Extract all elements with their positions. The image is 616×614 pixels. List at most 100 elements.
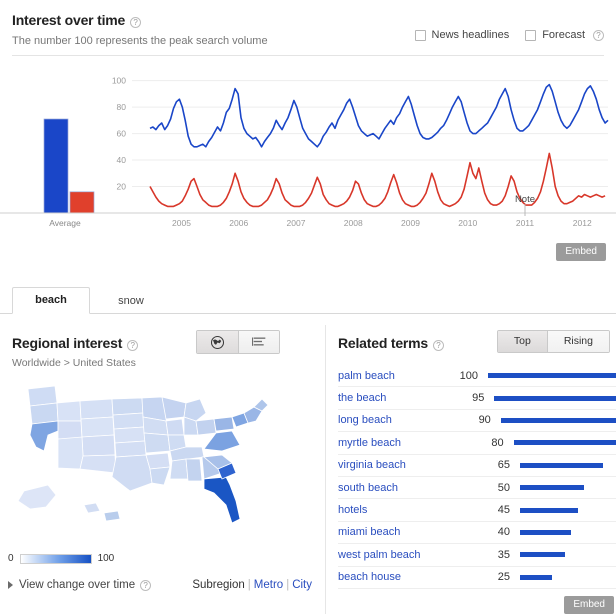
related-term-row[interactable]: south beach50 <box>338 477 616 499</box>
rising-button[interactable]: Rising <box>547 331 609 352</box>
svg-text:40: 40 <box>117 155 127 165</box>
state-idaho <box>57 401 81 421</box>
svg-text:20: 20 <box>117 182 127 192</box>
related-terms-help-icon[interactable]: ? <box>433 340 444 351</box>
regional-interest-header: Regional interest? Worldwide > United St… <box>0 325 322 369</box>
related-term-row[interactable]: the beach95 <box>338 387 616 409</box>
related-term-link[interactable]: virginia beach <box>338 459 478 471</box>
related-term-bar <box>520 552 565 557</box>
related-terms-header: Related terms? Top Rising <box>338 325 616 351</box>
related-term-row[interactable]: virginia beach65 <box>338 455 616 477</box>
related-term-link[interactable]: palm beach <box>338 370 452 382</box>
svg-text:2006: 2006 <box>229 218 248 228</box>
related-term-bar <box>520 530 571 535</box>
state-mississippi <box>170 459 188 479</box>
embed-button-related-terms[interactable]: Embed <box>564 596 614 614</box>
related-term-bar <box>494 396 616 401</box>
chart-y-axis-labels: 20406080100 <box>112 76 126 192</box>
related-term-row[interactable]: myrtle beach80 <box>338 432 616 454</box>
state-washington <box>28 386 57 406</box>
svg-text:60: 60 <box>117 129 127 139</box>
embed-button-chart[interactable]: Embed <box>556 243 606 261</box>
state-utah-colorado <box>82 435 115 456</box>
related-term-link[interactable]: miami beach <box>338 526 478 538</box>
chart-options: News headlines Forecast ? <box>415 29 604 41</box>
map-svg <box>0 373 322 545</box>
average-bar-snow[interactable] <box>70 192 94 213</box>
regional-help-icon[interactable]: ? <box>127 340 138 351</box>
globe-view-button[interactable] <box>197 331 238 353</box>
related-term-row[interactable]: beach house25 <box>338 567 616 589</box>
related-term-bar-cell <box>491 418 616 423</box>
related-term-value: 90 <box>462 414 490 426</box>
geo-level-links: Subregion|Metro|City <box>192 579 312 591</box>
tab-snow[interactable]: snow <box>92 289 170 314</box>
state-arizona <box>58 437 83 469</box>
svg-text:2008: 2008 <box>344 218 363 228</box>
map-footer-controls: View change over time ? Subregion|Metro|… <box>0 579 322 591</box>
map-color-legend: 0 100 <box>8 553 114 564</box>
svg-text:2012: 2012 <box>573 218 592 228</box>
regional-interest-panel: Regional interest? Worldwide > United St… <box>0 325 322 614</box>
chart-x-axis-labels: 20052006200720082009201020112012 <box>172 218 592 228</box>
related-term-row[interactable]: hotels45 <box>338 499 616 521</box>
list-view-button[interactable] <box>238 331 279 353</box>
related-term-link[interactable]: long beach <box>338 414 462 426</box>
related-term-row[interactable]: miami beach40 <box>338 522 616 544</box>
series-line-beach <box>150 85 608 147</box>
news-headlines-option[interactable]: News headlines <box>415 29 510 41</box>
svg-text:2007: 2007 <box>287 218 306 228</box>
term-tabs: beach snow <box>0 287 616 314</box>
geo-level-city[interactable]: City <box>292 579 312 591</box>
map-view-toggle <box>196 330 280 354</box>
related-term-value: 25 <box>478 571 510 583</box>
related-term-row[interactable]: palm beach100 <box>338 365 616 387</box>
related-term-value: 45 <box>478 504 510 516</box>
related-term-link[interactable]: hotels <box>338 504 478 516</box>
news-headlines-label: News headlines <box>432 29 510 41</box>
view-change-over-time-toggle[interactable]: View change over time ? <box>8 579 151 591</box>
state-florida <box>204 477 240 523</box>
legend-max-label: 100 <box>98 553 115 564</box>
note-annotation[interactable]: Note <box>515 194 535 205</box>
related-term-link[interactable]: south beach <box>338 482 478 494</box>
forecast-label: Forecast <box>542 29 585 41</box>
svg-text:100: 100 <box>112 76 126 86</box>
state-montana <box>80 399 113 419</box>
forecast-checkbox[interactable] <box>525 30 536 41</box>
interest-over-time-chart[interactable]: 20406080100 Note 20052006200720082009201… <box>0 56 616 236</box>
related-terms-list: palm beach100the beach95long beach90myrt… <box>338 365 616 589</box>
state-kansas <box>115 441 146 457</box>
state-new-mexico <box>80 455 116 473</box>
tab-beach[interactable]: beach <box>12 287 90 314</box>
state-oklahoma <box>146 453 170 469</box>
state-pennsylvania <box>214 417 234 431</box>
help-icon[interactable]: ? <box>130 17 141 28</box>
geo-level-metro[interactable]: Metro <box>254 579 283 591</box>
related-term-bar-cell <box>478 373 616 378</box>
forecast-help-icon[interactable]: ? <box>593 30 604 41</box>
average-bar-beach[interactable] <box>44 119 68 213</box>
legend-min-label: 0 <box>8 553 14 564</box>
chart-canvas: 20406080100 Note 20052006200720082009201… <box>0 56 616 236</box>
forecast-option[interactable]: Forecast ? <box>525 29 604 41</box>
related-term-row[interactable]: long beach90 <box>338 410 616 432</box>
legend-gradient <box>20 554 92 564</box>
related-term-link[interactable]: west palm beach <box>338 549 478 561</box>
related-term-link[interactable]: the beach <box>338 392 457 404</box>
top-button[interactable]: Top <box>498 331 547 352</box>
view-change-help-icon[interactable]: ? <box>140 580 151 591</box>
lower-panels: Regional interest? Worldwide > United St… <box>0 325 616 614</box>
related-terms-toggle: Top Rising <box>497 330 610 353</box>
related-term-row[interactable]: west palm beach35 <box>338 544 616 566</box>
related-term-link[interactable]: myrtle beach <box>338 437 473 449</box>
related-term-bar-cell <box>510 575 616 580</box>
view-change-label: View change over time <box>19 579 135 591</box>
related-term-value: 80 <box>473 437 504 449</box>
us-choropleth-map[interactable] <box>0 373 322 545</box>
globe-icon <box>210 335 225 350</box>
news-headlines-checkbox[interactable] <box>415 30 426 41</box>
related-term-link[interactable]: beach house <box>338 571 478 583</box>
svg-text:2005: 2005 <box>172 218 191 228</box>
geo-level-subregion[interactable]: Subregion <box>192 579 244 591</box>
